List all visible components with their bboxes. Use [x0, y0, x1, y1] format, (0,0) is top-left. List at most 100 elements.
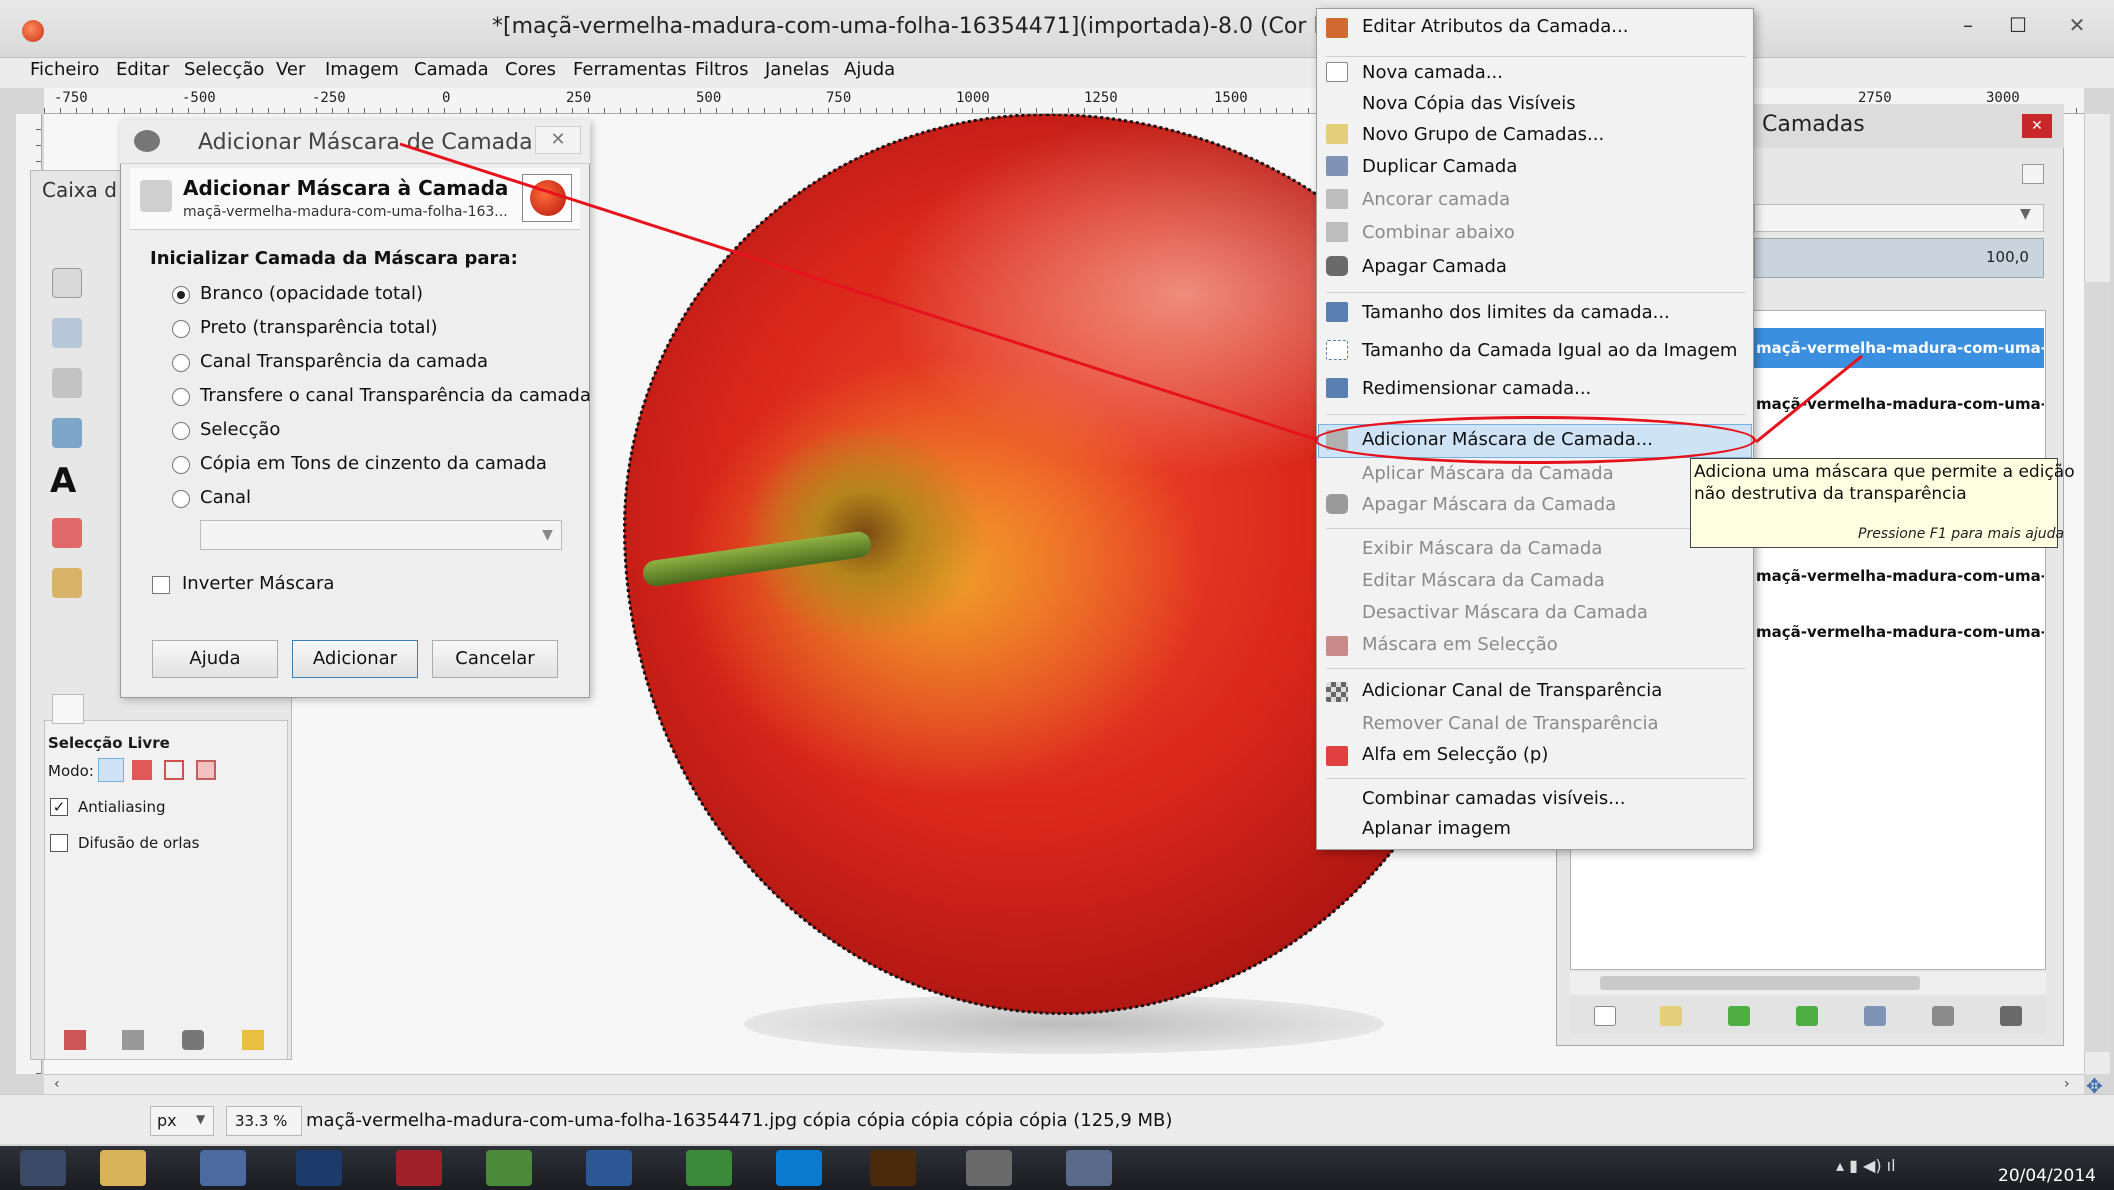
radio-white[interactable] [172, 286, 190, 304]
menu-item-delete-mask[interactable]: Apagar Máscara da Camada [1362, 494, 1616, 515]
dialog-close-button[interactable]: ✕ [535, 126, 581, 154]
text-tool-icon[interactable]: A [50, 464, 80, 498]
radio-alpha[interactable] [172, 354, 190, 372]
mode-add-icon[interactable] [132, 760, 152, 780]
menu-item-delete-layer[interactable]: Apagar Camada [1362, 256, 1507, 277]
explorer-icon[interactable] [100, 1150, 146, 1186]
chart-app-icon[interactable] [486, 1150, 532, 1186]
scroll-right-icon[interactable]: › [2064, 1076, 2070, 1092]
feather-checkbox[interactable] [50, 834, 68, 852]
layer-row[interactable]: maçã-vermelha-madura-com-uma-folha- [1754, 556, 2044, 596]
media-icon[interactable] [396, 1150, 442, 1186]
lower-layer-icon[interactable] [1796, 1006, 1818, 1026]
rect-select-icon[interactable] [52, 268, 82, 298]
menu-item-disable-mask[interactable]: Desactivar Máscara da Camada [1362, 602, 1648, 623]
chrome-icon[interactable] [686, 1150, 732, 1186]
horizontal-scrollbar[interactable] [44, 1074, 2084, 1094]
radio-selection[interactable] [172, 422, 190, 440]
computer-icon[interactable] [200, 1150, 246, 1186]
menu-item-anchor[interactable]: Ancorar camada [1362, 189, 1510, 210]
panel-menu-icon[interactable] [2022, 164, 2044, 184]
menu-item-alpha-to-selection[interactable]: Alfa em Selecção (p) [1362, 744, 1548, 765]
radio-channel[interactable] [172, 490, 190, 508]
layers-close-button[interactable]: ✕ [2022, 114, 2052, 138]
menu-janelas[interactable]: Janelas [765, 59, 829, 80]
menu-ficheiro[interactable]: Ficheiro [30, 59, 99, 80]
window-close-button[interactable]: ✕ [2052, 10, 2102, 40]
tray-icons[interactable]: ▴ ▮ ◀) ıl [1836, 1156, 1946, 1180]
menu-item-add-alpha[interactable]: Adicionar Canal de Transparência [1362, 680, 1662, 701]
illustrator-icon[interactable] [870, 1150, 916, 1186]
cancel-button[interactable]: Cancelar [432, 640, 558, 678]
menu-item-edit-attributes[interactable]: Editar Atributos da Camada... [1362, 16, 1628, 37]
delete-layer-icon[interactable] [2000, 1006, 2022, 1026]
paint-icon[interactable] [1066, 1150, 1112, 1186]
minimize-button[interactable]: – [1946, 10, 1990, 40]
menu-item-layer-to-image[interactable]: Tamanho da Camada Igual ao da Imagem [1362, 340, 1737, 361]
menu-camada[interactable]: Camada [414, 59, 489, 80]
menu-item-new-group[interactable]: Novo Grupo de Camadas... [1362, 124, 1604, 145]
menu-item-new-layer[interactable]: Nova camada... [1362, 62, 1503, 83]
skype-icon[interactable] [776, 1150, 822, 1186]
layer-row[interactable]: maçã-vermelha-madura-com-uma-folha- [1754, 384, 2044, 424]
add-button[interactable]: Adicionar [292, 640, 418, 678]
chevron-down-icon[interactable]: ▼ [2020, 206, 2031, 222]
menu-filtros[interactable]: Filtros [695, 59, 749, 80]
menu-editar[interactable]: Editar [116, 59, 169, 80]
start-icon[interactable] [20, 1150, 66, 1186]
layers-scroll-thumb[interactable] [1600, 976, 1920, 990]
raise-layer-icon[interactable] [1728, 1006, 1750, 1026]
menu-item-mask-to-selection[interactable]: Máscara em Selecção [1362, 634, 1558, 655]
radio-transfer-alpha[interactable] [172, 388, 190, 406]
menu-ajuda[interactable]: Ajuda [844, 59, 895, 80]
menu-ver[interactable]: Ver [276, 59, 305, 80]
reset-options-icon[interactable] [242, 1030, 264, 1050]
radio-grayscale-copy[interactable] [172, 456, 190, 474]
menu-item-duplicate[interactable]: Duplicar Camada [1362, 156, 1517, 177]
layer-row-selected[interactable]: maçã-vermelha-madura-com-uma-folha- [1754, 328, 2044, 368]
new-layer-icon[interactable] [1594, 1006, 1616, 1026]
scissors-icon[interactable] [52, 318, 82, 348]
zoom-select[interactable]: 33.3 % [226, 1106, 302, 1136]
help-button[interactable]: Ajuda [152, 640, 278, 678]
menu-item-merge-down[interactable]: Combinar abaixo [1362, 222, 1515, 243]
duplicate-layer-icon[interactable] [1864, 1006, 1886, 1026]
menu-imagem[interactable]: Imagem [325, 59, 399, 80]
scale-icon[interactable] [52, 418, 82, 448]
invert-mask-checkbox[interactable] [152, 576, 170, 594]
word-icon[interactable] [586, 1150, 632, 1186]
menu-item-edit-mask[interactable]: Editar Máscara da Camada [1362, 570, 1605, 591]
menu-ferramentas[interactable]: Ferramentas [573, 59, 686, 80]
antialiasing-checkbox[interactable]: ✓ [50, 798, 68, 816]
menu-item-merge-visible[interactable]: Combinar camadas visíveis... [1362, 788, 1625, 809]
chevron-down-icon[interactable]: ▼ [534, 521, 561, 549]
scroll-left-icon[interactable]: ‹ [54, 1076, 60, 1092]
save-options-icon[interactable] [64, 1030, 86, 1050]
maximize-button[interactable]: ☐ [1996, 10, 2040, 40]
menu-item-apply-mask[interactable]: Aplicar Máscara da Camada [1362, 463, 1614, 484]
photoshop-icon[interactable] [296, 1150, 342, 1186]
clone-icon[interactable] [52, 568, 82, 598]
eraser-icon[interactable] [52, 518, 82, 548]
layer-row[interactable]: maçã-vermelha-madura-com-uma-folha- [1754, 612, 2044, 652]
mode-replace-icon[interactable] [98, 758, 124, 782]
menu-cores[interactable]: Cores [505, 59, 556, 80]
anchor-layer-icon[interactable] [1932, 1006, 1954, 1026]
move-icon[interactable] [52, 368, 82, 398]
menu-item-show-mask[interactable]: Exibir Máscara da Camada [1362, 538, 1602, 559]
menu-seleccao[interactable]: Selecção [184, 59, 264, 80]
mode-intersect-icon[interactable] [196, 760, 216, 780]
vertical-scroll-thumb[interactable] [2084, 282, 2110, 1052]
menu-item-new-from-visible[interactable]: Nova Cópia das Visíveis [1362, 93, 1576, 114]
tool-options-tab-icon[interactable] [52, 694, 84, 724]
gimp-task-icon[interactable] [966, 1150, 1012, 1186]
menu-item-flatten[interactable]: Aplanar imagem [1362, 818, 1511, 839]
restore-options-icon[interactable] [122, 1030, 144, 1050]
menu-item-remove-alpha[interactable]: Remover Canal de Transparência [1362, 713, 1659, 734]
chevron-down-icon[interactable]: ▼ [196, 1112, 205, 1126]
mode-subtract-icon[interactable] [164, 760, 184, 780]
new-group-icon[interactable] [1660, 1006, 1682, 1026]
menu-item-scale-layer[interactable]: Redimensionar camada... [1362, 378, 1591, 399]
delete-options-icon[interactable] [182, 1030, 204, 1050]
menu-item-layer-boundary[interactable]: Tamanho dos limites da camada... [1362, 302, 1670, 323]
